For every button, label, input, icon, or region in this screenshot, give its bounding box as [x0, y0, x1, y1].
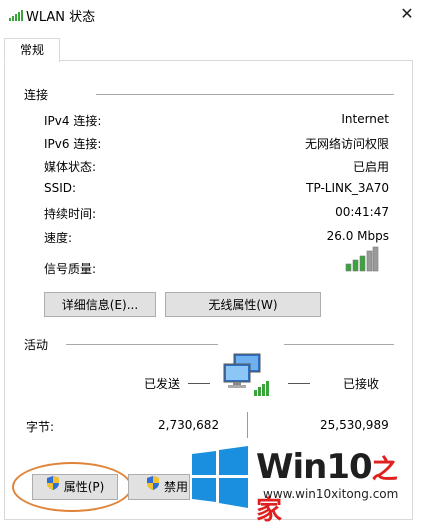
activity-divider — [66, 344, 218, 345]
details-button[interactable]: 详细信息(E)... — [44, 292, 156, 317]
wireless-properties-button[interactable]: 无线属性(W) — [165, 292, 321, 317]
ipv6-value: 无网络访问权限 — [304, 137, 389, 151]
watermark-brand-main: Win10 — [256, 447, 373, 487]
highlight-ellipse — [12, 462, 132, 512]
activity-divider-right — [284, 344, 394, 345]
bytes-label: 字节: — [26, 420, 55, 434]
network-computers-icon — [220, 352, 272, 400]
window-title: WLAN 状态 — [26, 10, 96, 25]
bytes-received-value: 25,530,989 — [320, 418, 389, 432]
signal-quality-label: 信号质量: — [44, 262, 97, 276]
duration-value: 00:41:47 — [335, 205, 389, 219]
connection-header: 连接 — [24, 88, 49, 102]
ipv4-label: IPv4 连接: — [44, 114, 102, 128]
signal-strength-icon — [345, 246, 379, 272]
disable-button[interactable]: 禁用 — [128, 474, 190, 500]
close-button[interactable]: ✕ — [394, 1, 420, 27]
speed-value: 26.0 Mbps — [326, 229, 389, 243]
close-icon: ✕ — [400, 4, 414, 23]
disable-label: 禁用 — [164, 480, 189, 494]
media-state-label: 媒体状态: — [44, 160, 97, 174]
tab-general[interactable]: 常规 — [4, 38, 60, 63]
speed-label: 速度: — [44, 231, 73, 245]
connection-divider — [96, 94, 394, 95]
activity-header: 活动 — [24, 338, 49, 352]
watermark-url: www.win10xitong.com — [263, 487, 399, 501]
shield-icon — [146, 475, 160, 500]
wifi-icon — [8, 8, 24, 22]
sent-line — [188, 383, 210, 384]
windows-logo-icon — [190, 446, 250, 508]
received-label: 已接收 — [343, 377, 380, 391]
media-state-value: 已启用 — [352, 160, 389, 174]
received-line — [288, 383, 310, 384]
ipv4-value: Internet — [341, 112, 389, 126]
sent-label: 已发送 — [144, 377, 181, 391]
ipv6-label: IPv6 连接: — [44, 137, 102, 151]
ssid-value: TP-LINK_3A70 — [306, 181, 389, 195]
duration-label: 持续时间: — [44, 207, 97, 221]
bytes-sent-value: 2,730,682 — [158, 418, 220, 432]
bytes-separator — [247, 412, 248, 438]
ssid-label: SSID: — [44, 181, 77, 195]
